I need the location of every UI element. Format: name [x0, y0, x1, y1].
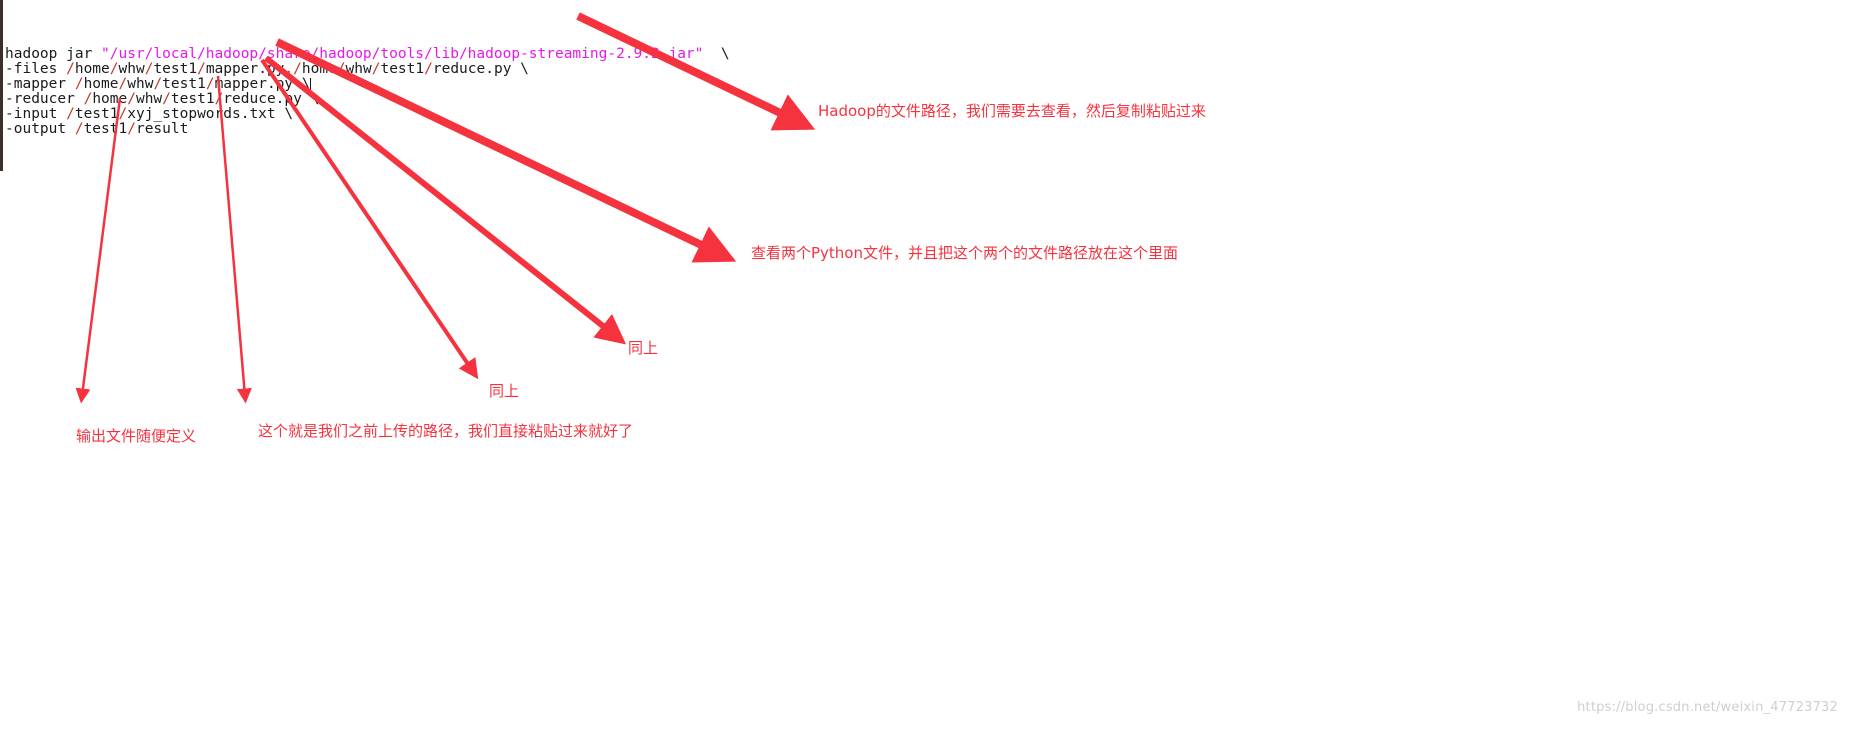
code-token: / — [74, 121, 84, 137]
code-token: mapper.py \ — [214, 76, 311, 92]
code-token: xyj_stopwords.txt \ — [127, 106, 294, 122]
code-token: -output — [5, 121, 75, 137]
code-token: home — [74, 61, 110, 77]
code-token: home — [301, 61, 337, 77]
code-token: reduce.py \ — [223, 91, 320, 107]
terminal-lines: hadoop jar "/usr/local/hadoop/share/hado… — [0, 47, 800, 137]
code-token: test1 — [170, 91, 215, 107]
code-token: / — [66, 61, 75, 77]
code-token: "/usr/local/hadoop/share/hadoop/tools/li… — [101, 46, 704, 62]
line-reducer: -reducer /home/whw/test1/reduce.py \ — [0, 92, 800, 107]
note-output-free: 输出文件随便定义 — [76, 427, 197, 445]
note-upload-path: 这个就是我们之前上传的路径，我们直接粘贴过来就好了 — [258, 422, 634, 440]
code-token: test1 — [83, 121, 128, 137]
line-input: -input /test1/xyj_stopwords.txt \ — [0, 107, 800, 122]
code-token: / — [153, 76, 163, 92]
code-token: / — [66, 106, 75, 122]
code-token: mapper.py — [205, 61, 285, 77]
note-python-files: 查看两个Python文件，并且把这个两个的文件路径放在这个里面 — [751, 244, 1178, 262]
line-hadoop-jar: hadoop jar "/usr/local/hadoop/share/hado… — [0, 47, 800, 62]
code-token: reduce.py \ — [432, 61, 529, 77]
code-token: / — [205, 76, 215, 92]
code-token: / — [118, 76, 128, 92]
code-token: / — [83, 91, 93, 107]
code-token: test1 — [162, 76, 206, 92]
code-token: / — [424, 61, 433, 77]
code-token: / — [336, 61, 346, 77]
code-token: -files — [5, 61, 67, 77]
code-token: / — [118, 106, 128, 122]
code-token: result — [135, 121, 189, 137]
code-token: whw — [135, 91, 163, 107]
code-token: -input — [5, 106, 67, 122]
note-hadoop-path: Hadoop的文件路径，我们需要去查看，然后复制粘贴过来 — [818, 102, 1206, 120]
code-token: / — [74, 76, 84, 92]
code-token: / — [127, 121, 136, 137]
code-token: / — [293, 61, 302, 77]
code-token: \ — [703, 46, 730, 62]
csdn-watermark: https://blog.csdn.net/weixin_47723732 — [1577, 700, 1838, 715]
code-token: test1 — [380, 61, 425, 77]
code-token: test1 — [74, 106, 119, 122]
line-files: -files /home/whw/test1/mapper.py,/home/w… — [0, 62, 800, 77]
code-token: / — [162, 91, 171, 107]
code-token: home — [92, 91, 128, 107]
code-token: whw — [118, 61, 145, 77]
code-token: / — [197, 61, 206, 77]
note-same-as-above-2: 同上 — [489, 382, 520, 400]
code-token: whw — [345, 61, 372, 77]
code-token: / — [127, 91, 136, 107]
line-mapper: -mapper /home/whw/test1/mapper.py \ — [0, 77, 800, 92]
line-output: -output /test1/result — [0, 122, 800, 137]
code-token: -mapper — [5, 76, 75, 92]
code-token: test1 — [153, 61, 198, 77]
note-same-as-above-1: 同上 — [628, 339, 659, 357]
terminal-left-gutter — [0, 0, 3, 171]
code-token: / — [109, 61, 119, 77]
code-token: whw — [127, 76, 154, 92]
code-token: hadoop jar — [5, 46, 102, 62]
screenshot-root: hadoop jar "/usr/local/hadoop/share/hado… — [0, 0, 1852, 729]
code-token: / — [214, 91, 224, 107]
text-caret — [309, 78, 311, 90]
code-token: -reducer — [5, 91, 84, 107]
code-token: home — [83, 76, 119, 92]
terminal-command-block[interactable]: hadoop jar "/usr/local/hadoop/share/hado… — [0, 0, 800, 171]
code-token: , — [284, 61, 294, 77]
